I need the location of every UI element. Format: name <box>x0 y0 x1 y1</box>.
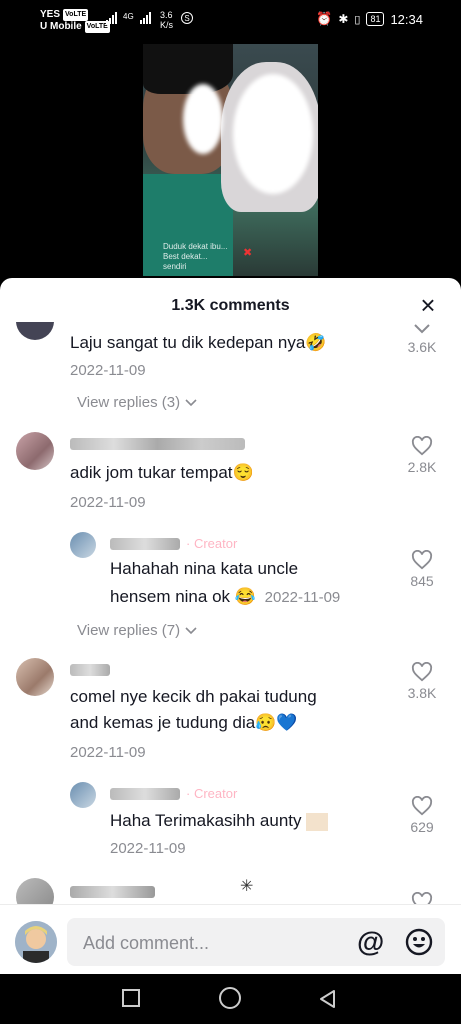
like-button[interactable]: 3.8K <box>397 662 447 701</box>
chevron-down-icon <box>185 398 197 406</box>
view-replies-label: View replies (7) <box>77 622 181 639</box>
comment-item: adik jom tukar tempat😌 2022-11-09 2.8K <box>0 432 461 532</box>
heart-icon <box>411 436 433 456</box>
reply-item: · Creator Hahahah nina kata uncle hensem… <box>0 532 461 652</box>
carrier-1: YES <box>40 9 61 20</box>
comment-date: 2022-11-09 <box>70 362 146 379</box>
reply-item: · Creator Haha Terimakasihh aunty 2022-1… <box>0 782 461 862</box>
like-count: 3.6K <box>407 339 437 355</box>
heart-icon <box>411 892 433 904</box>
avatar[interactable] <box>16 658 54 696</box>
loading-spinner-icon: ✳ <box>240 878 254 895</box>
comment-text-line-2: hensem nina ok 😂 <box>110 587 256 606</box>
like-button[interactable]: 2.8K <box>397 436 447 475</box>
cross-mark-icon: ✖ <box>243 247 253 259</box>
comment-text: Laju sangat tu dik kedepan nya🤣 <box>70 333 327 352</box>
comment-text: adik jom tukar tempat😌 <box>70 463 254 482</box>
status-right: ⏰ ✱ ▯ 81 12:34 <box>316 11 423 27</box>
s-badge-icon: S <box>181 12 193 24</box>
username-blurred[interactable] <box>110 788 180 800</box>
video-caption-line: Duduk dekat ibu... <box>163 242 228 251</box>
like-count: 845 <box>410 573 434 589</box>
like-button[interactable]: 845 <box>397 550 447 589</box>
avatar[interactable] <box>16 432 54 470</box>
avatar[interactable] <box>16 322 54 340</box>
comment-text-line: Hahahah nina kata uncle <box>110 559 299 578</box>
comment-date: 2022-11-09 <box>264 589 341 606</box>
username-blurred[interactable] <box>70 438 245 450</box>
vibrate-icon: ▯ <box>354 13 361 26</box>
carrier-info: YES VoLTE U Mobile VoLTE <box>40 9 110 33</box>
home-icon[interactable] <box>219 987 241 1009</box>
heart-icon <box>411 550 433 570</box>
comment-input-bar: @ <box>0 904 461 975</box>
signal-icon: 4G <box>106 12 151 24</box>
view-replies-label: View replies (3) <box>77 394 181 411</box>
creator-tag: · Creator <box>186 536 238 551</box>
creator-tag: · Creator <box>186 786 238 801</box>
comments-count-title: 1.3K comments <box>171 297 290 314</box>
comment-text: Haha Terimakasihh aunty <box>110 808 329 834</box>
like-count: 629 <box>410 819 434 835</box>
network-type: 4G <box>123 12 134 21</box>
comment-date: 2022-11-09 <box>70 494 146 511</box>
like-count: 3.8K <box>407 685 437 701</box>
username-blurred[interactable] <box>70 886 155 898</box>
net-speed-value: 3.6 <box>160 10 173 20</box>
video-preview[interactable]: Duduk dekat ibu... Best dekat... sendiri… <box>143 44 318 276</box>
heart-icon <box>411 662 433 682</box>
carrier-2: U Mobile <box>40 21 82 32</box>
comments-sheet: 1.3K comments × Laju sangat tu dik kedep… <box>0 278 461 974</box>
comment-text-line: comel nye kecik dh pakai tudung <box>70 687 317 706</box>
status-bar: YES VoLTE U Mobile VoLTE 4G 3.6 K/s S ⏰ ✱ … <box>0 0 461 40</box>
heart-icon <box>411 796 433 816</box>
avatar-icon <box>15 921 57 963</box>
bluetooth-icon: ✱ <box>338 12 349 26</box>
comment-field[interactable]: @ <box>67 918 445 968</box>
avatar[interactable] <box>70 782 96 808</box>
like-button[interactable]: 629 <box>397 796 447 835</box>
view-replies-button[interactable]: View replies (3) <box>77 394 198 411</box>
emoji-icon[interactable] <box>405 928 433 956</box>
like-button[interactable]: 3.6K <box>397 322 447 355</box>
comment-text-line: and kemas je tudung dia😥💙 <box>70 713 298 732</box>
chevron-down-icon <box>414 324 430 334</box>
video-hair <box>143 44 233 94</box>
back-icon[interactable] <box>318 989 338 1009</box>
like-button[interactable] <box>397 892 447 904</box>
skin-tone-emoji-icon <box>306 812 329 831</box>
recent-apps-icon[interactable] <box>122 989 140 1007</box>
video-caption: Duduk dekat ibu... Best dekat... sendiri <box>163 242 227 272</box>
comment-input[interactable] <box>81 918 345 968</box>
comment-item: Laju sangat tu dik kedepan nya🤣 2022-11-… <box>0 322 461 422</box>
comment-item: ✳ <box>0 878 461 904</box>
close-icon[interactable]: × <box>415 292 441 318</box>
username-blurred[interactable] <box>70 664 110 676</box>
comment-item: comel nye kecik dh pakai tudung and kema… <box>0 658 461 778</box>
comment-text-body: Haha Terimakasihh aunty <box>110 811 307 830</box>
blur-mask-2 <box>233 74 313 194</box>
video-caption-line: Best dekat... <box>163 252 208 261</box>
comment-date: 2022-11-09 <box>110 840 186 857</box>
comment-text-line: hensem nina ok 😂 2022-11-09 <box>110 584 340 611</box>
system-nav-bar <box>0 974 461 1024</box>
like-count: 2.8K <box>407 459 437 475</box>
battery-icon: 81 <box>366 12 385 26</box>
clock: 12:34 <box>390 11 423 27</box>
view-replies-button[interactable]: View replies (7) <box>77 622 198 639</box>
blur-mask <box>183 84 223 154</box>
avatar[interactable] <box>16 878 54 904</box>
comment-date: 2022-11-09 <box>70 744 146 761</box>
avatar[interactable] <box>70 532 96 558</box>
username-blurred[interactable] <box>110 538 180 550</box>
comments-list[interactable]: Laju sangat tu dik kedepan nya🤣 2022-11-… <box>0 322 461 904</box>
chevron-down-icon <box>185 626 197 634</box>
volte-badge: VoLTE <box>63 9 89 21</box>
video-caption-line: sendiri <box>163 262 187 271</box>
alarm-icon: ⏰ <box>316 11 333 26</box>
net-speed: 3.6 K/s <box>160 10 173 30</box>
my-avatar[interactable] <box>15 921 57 963</box>
mention-button[interactable]: @ <box>357 927 384 957</box>
net-speed-unit: K/s <box>160 20 174 30</box>
